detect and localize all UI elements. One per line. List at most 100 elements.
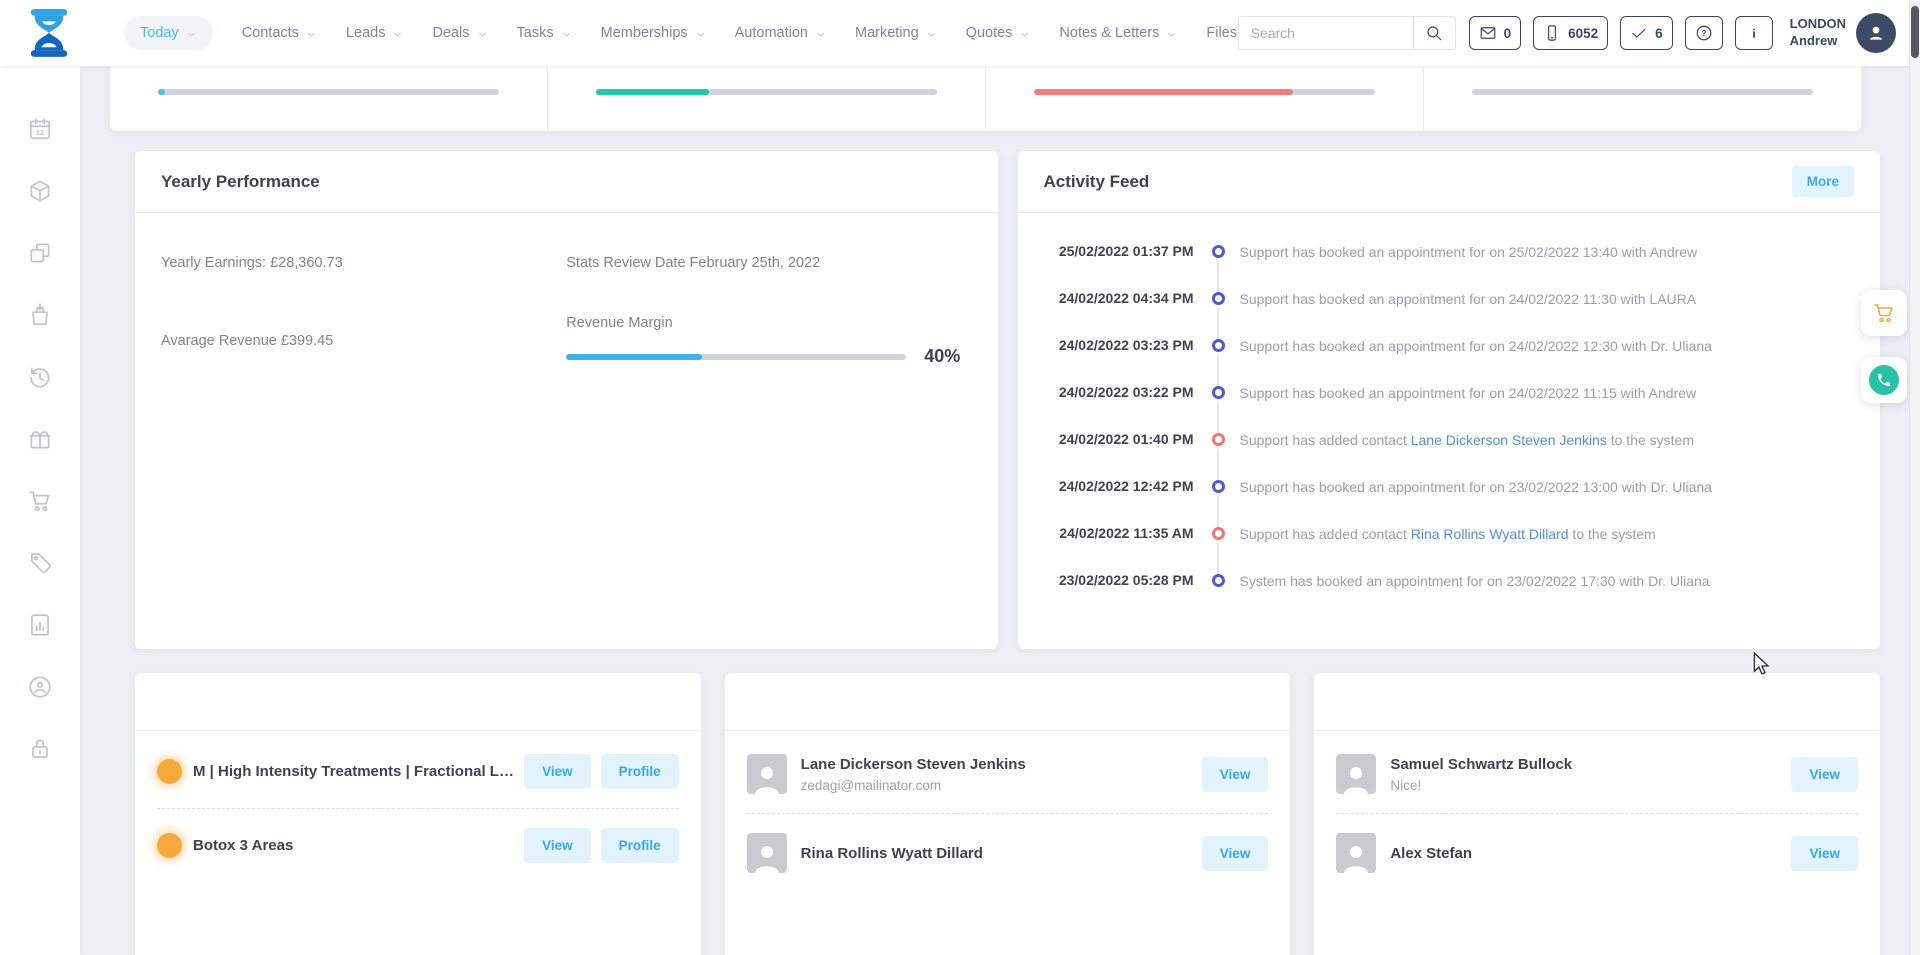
menu-item-label: Notes & Letters <box>1059 25 1159 41</box>
feed-item: 24/02/2022 04:34 PM Support has booked an… <box>1044 290 1855 337</box>
menu-item-automation[interactable]: Automation <box>735 16 826 50</box>
feed-item: 24/02/2022 01:40 PMSupport has added con… <box>1044 431 1855 478</box>
envelope-indicator-button[interactable]: 0 <box>1469 16 1522 50</box>
bag-icon[interactable] <box>27 302 53 328</box>
feed-timeline <box>1212 480 1225 493</box>
chevron-down-icon <box>186 29 197 40</box>
feed-timeline <box>1212 339 1225 352</box>
menu-item-files[interactable]: Files <box>1206 16 1237 50</box>
view-button[interactable]: View <box>1791 836 1858 871</box>
item-name: Lane Dickerson Steven Jenkins <box>801 756 1026 773</box>
feed-item: 24/02/2022 11:35 AMSupport has added con… <box>1044 525 1855 572</box>
lock-icon[interactable] <box>27 736 53 762</box>
menu-item-marketing[interactable]: Marketing <box>855 16 937 50</box>
feed-text: Support has booked an appointment for on… <box>1240 385 1697 401</box>
feed-item: 25/02/2022 01:37 PMSupport has booked an… <box>1044 243 1855 290</box>
feed-text-part: Support has booked an appointment for on… <box>1240 291 1697 307</box>
avatar <box>1336 754 1376 794</box>
feed-text: Support has booked an appointment for on… <box>1240 479 1712 495</box>
menu-item-deals[interactable]: Deals <box>432 16 487 50</box>
user-avatar[interactable] <box>1856 13 1896 53</box>
indicator-count: 0 <box>1504 26 1512 41</box>
info-icon: i <box>1745 24 1763 42</box>
feed-timeline <box>1212 433 1225 446</box>
person-icon <box>1866 23 1886 43</box>
cart-icon <box>1872 301 1896 325</box>
info-indicator-button[interactable]: i <box>1735 16 1773 50</box>
mobile-indicator-button[interactable]: 6052 <box>1533 16 1608 50</box>
contact-link[interactable]: Rina Rollins Wyatt Dillard <box>1411 526 1569 542</box>
help-icon: ? <box>1695 24 1713 42</box>
tag-icon[interactable] <box>27 550 53 576</box>
new-contacts-panel: Lane Dickerson Steven Jenkinszedagi@mail… <box>725 673 1291 955</box>
more-button[interactable]: More <box>1792 166 1854 197</box>
view-button[interactable]: View <box>1202 757 1269 792</box>
feed-text-part: System has booked an appointment for on … <box>1240 573 1710 589</box>
history-icon[interactable] <box>27 364 53 390</box>
menu-item-today[interactable]: Today <box>124 16 213 50</box>
feed-time: 24/02/2022 04:34 PM <box>1044 290 1194 306</box>
phone-float-button[interactable] <box>1861 357 1907 403</box>
item-subtext: Nice! <box>1390 778 1572 793</box>
new-appointments-panel: M | High Intensity Treatments | Fraction… <box>135 673 701 955</box>
view-button[interactable]: View <box>1202 836 1269 871</box>
feed-item: 24/02/2022 12:42 PMSupport has booked an… <box>1044 478 1855 525</box>
booking-event-dot-icon <box>1212 480 1225 493</box>
view-button[interactable]: View <box>524 828 591 863</box>
check-icon <box>1630 24 1648 42</box>
feed-text-part: Support has booked an appointment for on… <box>1240 338 1712 354</box>
panel-title: Yearly Performance <box>161 172 320 192</box>
cart-float-button[interactable] <box>1861 290 1907 336</box>
svg-text:?: ? <box>1701 29 1706 38</box>
help-indicator-button[interactable]: ? <box>1685 16 1723 50</box>
cart-icon[interactable] <box>27 488 53 514</box>
feed-text-part: Support has added contact <box>1240 432 1411 448</box>
menu-item-contacts[interactable]: Contacts <box>242 16 317 50</box>
menu-item-leads[interactable]: Leads <box>346 16 404 50</box>
chevron-down-icon <box>695 29 706 40</box>
chevron-down-icon <box>392 29 403 40</box>
chevron-down-icon <box>1019 29 1030 40</box>
profile-button[interactable]: Profile <box>601 828 679 863</box>
revenue-margin-bar <box>566 354 906 360</box>
menu-item-notes-letters[interactable]: Notes & Letters <box>1059 16 1177 50</box>
scrollbar-thumb[interactable] <box>1911 6 1919 58</box>
stats-review-date: Stats Review Date February 25th, 2022 <box>566 255 971 271</box>
search-button[interactable] <box>1413 17 1455 49</box>
yearly-performance-body: Yearly Earnings: £28,360.73 Stats Review… <box>135 213 998 367</box>
feed-time: 24/02/2022 03:22 PM <box>1044 384 1194 400</box>
top-navbar: Today Contacts Leads Deals Tasks Memberships A… <box>0 0 1920 66</box>
copy-icon[interactable] <box>27 240 53 266</box>
check-indicator-button[interactable]: 6 <box>1620 16 1673 50</box>
search-input[interactable] <box>1239 25 1413 41</box>
user-rotate-icon[interactable] <box>27 674 53 700</box>
feed-item: 23/02/2022 05:28 PMSystem has booked an … <box>1044 572 1855 619</box>
phone-icon <box>1869 365 1899 395</box>
feed-text-part: Support has booked an appointment for on… <box>1240 479 1712 495</box>
list-item: Botox 3 AreasViewProfile <box>157 808 679 882</box>
menu-item-memberships[interactable]: Memberships <box>601 16 706 50</box>
activity-feed-header: Activity Feed More <box>1018 151 1881 213</box>
contact-link[interactable]: Lane Dickerson Steven Jenkins <box>1411 432 1607 448</box>
report-icon[interactable] <box>27 612 53 638</box>
chevron-down-icon <box>306 29 317 40</box>
gift-icon[interactable] <box>27 426 53 452</box>
view-button[interactable]: View <box>524 754 591 789</box>
revenue-margin-value: 40% <box>924 346 960 367</box>
list-item: Alex Stefan View <box>1336 813 1858 892</box>
package-icon[interactable] <box>27 178 53 204</box>
menu-item-tasks[interactable]: Tasks <box>517 16 572 50</box>
item-name: Alex Stefan <box>1390 845 1472 862</box>
view-button[interactable]: View <box>1791 757 1858 792</box>
menu-item-quotes[interactable]: Quotes <box>966 16 1031 50</box>
profile-button[interactable]: Profile <box>601 754 679 789</box>
search-icon <box>1425 24 1443 42</box>
revenue-margin: Revenue Margin 40% <box>566 315 971 367</box>
stat-progress-bar <box>158 89 499 95</box>
calendar-icon[interactable]: 12 <box>27 116 53 142</box>
list-item: Samuel Schwartz BullockNice!View <box>1336 735 1858 813</box>
bottom-panels: M | High Intensity Treatments | Fraction… <box>135 673 1880 955</box>
feed-timeline <box>1212 527 1225 540</box>
user-menu[interactable]: LONDON Andrew <box>1790 13 1896 53</box>
app-logo[interactable] <box>26 8 72 58</box>
